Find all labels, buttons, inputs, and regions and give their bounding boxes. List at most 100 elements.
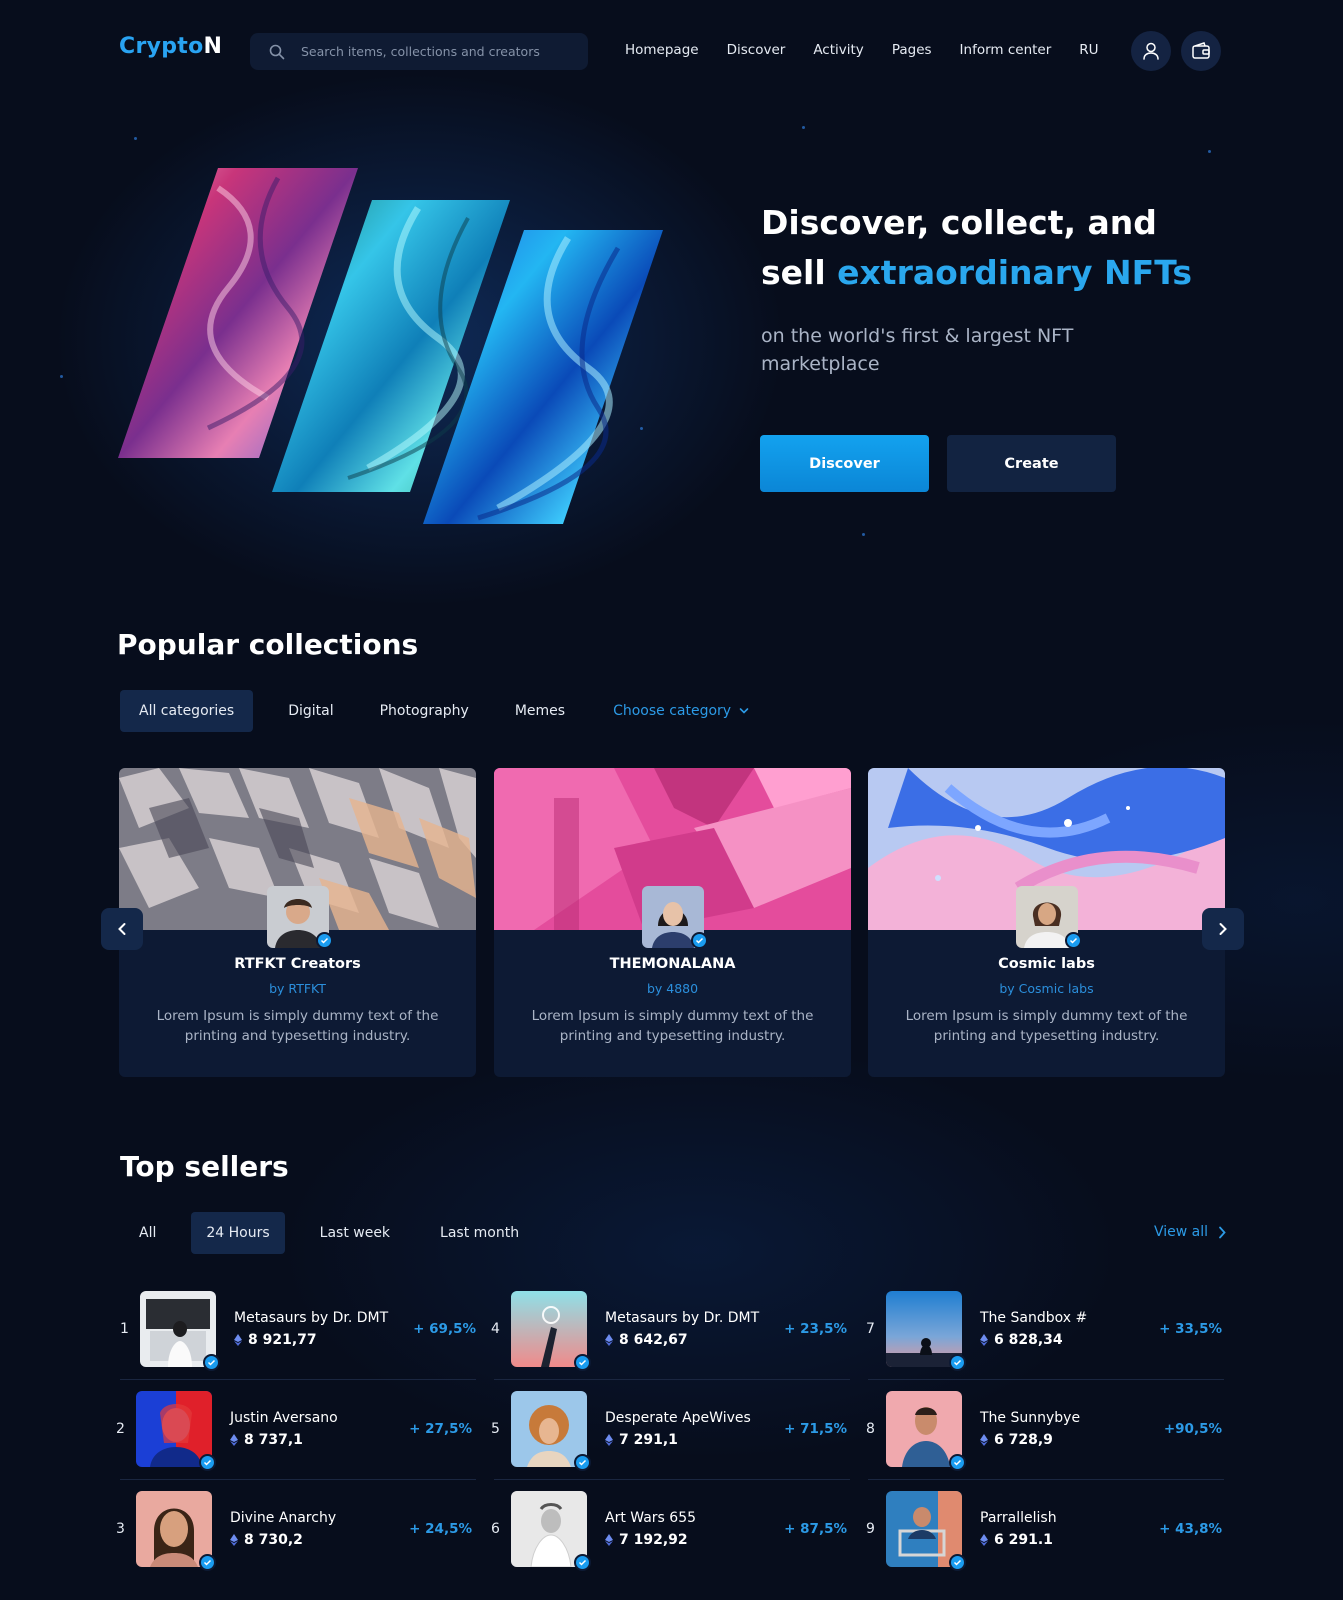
- popular-collections-title: Popular collections: [117, 628, 419, 661]
- tab-memes[interactable]: Memes: [496, 690, 584, 732]
- seller-avatar: [140, 1291, 220, 1371]
- view-all-link[interactable]: View all: [1154, 1224, 1226, 1240]
- seller-row[interactable]: 7 The Sandbox # 6 828,34 + 33,5%: [866, 1279, 1222, 1379]
- seller-row[interactable]: 5 Desperate ApeWives 7 291,1 + 71,5%: [491, 1379, 847, 1479]
- star-dot: [802, 126, 805, 129]
- top-header: CryptoN Homepage Discover Activity Pages…: [0, 0, 1343, 102]
- seller-avatar: [136, 1491, 216, 1571]
- collection-name: THEMONALANA: [609, 956, 736, 972]
- hero-title-line1: Discover, collect, and: [761, 203, 1157, 242]
- seller-name: Justin Aversano: [230, 1410, 338, 1426]
- tab-last-week[interactable]: Last week: [301, 1212, 409, 1254]
- star-dot: [60, 375, 63, 378]
- nav-pages[interactable]: Pages: [892, 42, 932, 58]
- collection-author[interactable]: by Cosmic labs: [868, 981, 1225, 996]
- discover-button[interactable]: Discover: [760, 435, 929, 492]
- seller-price-value: 7 291,1: [619, 1432, 678, 1448]
- seller-avatar: [511, 1391, 591, 1471]
- tab-photography[interactable]: Photography: [361, 690, 488, 732]
- seller-row[interactable]: 6 Art Wars 655 7 192,92 + 87,5%: [491, 1479, 847, 1579]
- seller-avatar: [511, 1491, 591, 1571]
- seller-change: + 27,5%: [409, 1421, 472, 1437]
- seller-price: 6 728,9: [980, 1432, 1150, 1448]
- verified-icon: [199, 1454, 216, 1471]
- seller-period-tabs: All 24 Hours Last week Last month: [120, 1212, 538, 1254]
- seller-row[interactable]: 3 Divine Anarchy 8 730,2 + 24,5%: [116, 1479, 472, 1579]
- seller-row[interactable]: 9 Parrallelish 6 291.1 + 43,8%: [866, 1479, 1222, 1579]
- wallet-button[interactable]: [1181, 31, 1221, 71]
- nav-language[interactable]: RU: [1079, 42, 1098, 58]
- chevron-right-icon: [1219, 923, 1227, 935]
- seller-price-value: 8 921,77: [248, 1332, 317, 1348]
- star-dot: [134, 137, 137, 140]
- seller-change: + 43,8%: [1159, 1521, 1222, 1537]
- tab-all[interactable]: All: [120, 1212, 175, 1254]
- seller-avatar: [511, 1291, 591, 1371]
- ethereum-icon: [230, 1534, 238, 1546]
- nav-discover[interactable]: Discover: [727, 42, 786, 58]
- seller-price: 7 192,92: [605, 1532, 775, 1548]
- ethereum-icon: [230, 1434, 238, 1446]
- seller-row[interactable]: 2 Justin Aversano 8 737,1 + 27,5%: [116, 1379, 472, 1479]
- seller-row[interactable]: 1 Metasaurs by Dr. DMT 8 921,77 + 69,5%: [120, 1279, 476, 1379]
- tab-all-categories[interactable]: All categories: [120, 690, 254, 732]
- search-input[interactable]: [301, 44, 571, 59]
- create-button[interactable]: Create: [947, 435, 1116, 492]
- seller-price-value: 7 192,92: [619, 1532, 688, 1548]
- carousel-next-button[interactable]: [1202, 908, 1244, 950]
- nav-activity[interactable]: Activity: [813, 42, 864, 58]
- verified-icon: [199, 1554, 216, 1571]
- verified-icon: [949, 1454, 966, 1471]
- profile-button[interactable]: [1131, 31, 1171, 71]
- logo[interactable]: CryptoN: [119, 34, 222, 59]
- search-icon: [269, 44, 285, 59]
- seller-row[interactable]: 4 Metasaurs by Dr. DMT 8 642,67 + 23,5%: [491, 1279, 847, 1379]
- view-all-label: View all: [1154, 1224, 1209, 1240]
- collection-card[interactable]: THEMONALANA by 4880 Lorem Ipsum is simpl…: [494, 768, 851, 1077]
- tab-last-month[interactable]: Last month: [421, 1212, 538, 1254]
- hero-subtitle: on the world's first & largest NFT marke…: [761, 325, 1074, 375]
- verified-icon: [949, 1354, 966, 1371]
- seller-name: The Sunnybye: [980, 1410, 1081, 1426]
- seller-price: 6 291.1: [980, 1532, 1150, 1548]
- collection-card[interactable]: RTFKT Creators by RTFKT Lorem Ipsum is s…: [119, 768, 476, 1077]
- tab-24-hours[interactable]: 24 Hours: [191, 1212, 285, 1254]
- hero-title: Discover, collect, and sell extraordinar…: [761, 198, 1281, 298]
- seller-name: Metasaurs by Dr. DMT: [234, 1310, 389, 1326]
- user-icon: [1143, 42, 1159, 60]
- seller-price-value: 6 828,34: [994, 1332, 1063, 1348]
- seller-change: + 23,5%: [784, 1321, 847, 1337]
- nav-inform-center[interactable]: Inform center: [960, 42, 1052, 58]
- nav-homepage[interactable]: Homepage: [625, 42, 699, 58]
- star-dot: [862, 533, 865, 536]
- verified-icon: [574, 1454, 591, 1471]
- seller-rank: 1: [120, 1321, 129, 1337]
- seller-row[interactable]: 8 The Sunnybye 6 728,9 +90,5%: [866, 1379, 1222, 1479]
- collection-name: Cosmic labs: [998, 956, 1095, 972]
- seller-price: 6 828,34: [980, 1332, 1150, 1348]
- collection-author[interactable]: by 4880: [494, 981, 851, 996]
- star-dot: [1208, 150, 1211, 153]
- tab-digital[interactable]: Digital: [269, 690, 352, 732]
- seller-name: The Sandbox #: [980, 1310, 1088, 1326]
- collection-description: Lorem Ipsum is simply dummy text of the …: [905, 1008, 1188, 1044]
- logo-accent: N: [203, 34, 223, 59]
- wallet-icon: [1192, 42, 1210, 59]
- search-bar[interactable]: [250, 33, 588, 70]
- verified-icon: [949, 1554, 966, 1571]
- carousel-prev-button[interactable]: [101, 908, 143, 950]
- ethereum-icon: [980, 1534, 988, 1546]
- seller-rank: 2: [116, 1421, 125, 1437]
- seller-change: + 87,5%: [784, 1521, 847, 1537]
- seller-avatar: [886, 1391, 966, 1471]
- main-nav: Homepage Discover Activity Pages Inform …: [625, 42, 1127, 58]
- collection-card[interactable]: Cosmic labs by Cosmic labs Lorem Ipsum i…: [868, 768, 1225, 1077]
- seller-price: 8 921,77: [234, 1332, 404, 1348]
- seller-name: Art Wars 655: [605, 1510, 697, 1526]
- collection-author[interactable]: by RTFKT: [119, 981, 476, 996]
- verified-icon: [203, 1354, 220, 1371]
- hero-title-accent: extraordinary NFTs: [837, 253, 1192, 292]
- verified-icon: [574, 1554, 591, 1571]
- choose-category-dropdown[interactable]: Choose category: [594, 690, 768, 732]
- seller-name: Parrallelish: [980, 1510, 1057, 1526]
